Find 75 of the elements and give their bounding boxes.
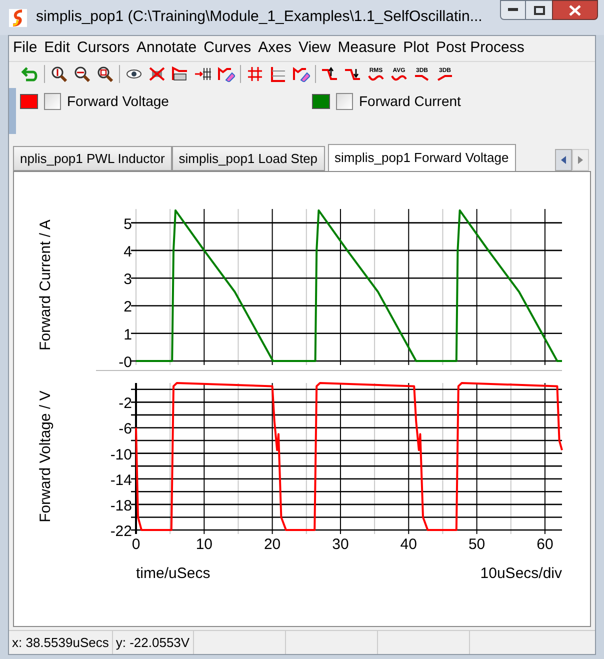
- maximize-button[interactable]: [526, 0, 552, 20]
- axis-title: time/uSecs: [136, 564, 210, 584]
- tick-label: 2: [124, 298, 132, 316]
- scroll-right-button[interactable]: [572, 149, 589, 171]
- menu-item[interactable]: Axes: [258, 37, 292, 60]
- left-arrow-icon: [561, 156, 566, 164]
- tick-label: 60: [536, 536, 554, 553]
- maximize-icon: [534, 6, 544, 14]
- eraser-curve-icon: [292, 66, 310, 82]
- tick-label: 40: [400, 536, 417, 553]
- menu-item[interactable]: Annotate: [136, 37, 197, 60]
- right-arrow-icon: [578, 156, 583, 164]
- wave-icon: [368, 74, 384, 80]
- close-button[interactable]: [552, 0, 598, 20]
- zoom-icon: [74, 66, 90, 82]
- legend-label: Forward Current: [359, 92, 461, 111]
- menu-item[interactable]: File: [13, 37, 38, 60]
- back-arrow-icon: [21, 66, 39, 82]
- menu-item[interactable]: Post Process: [436, 37, 524, 60]
- tick-label: 0: [132, 536, 140, 553]
- close-icon: [569, 4, 581, 16]
- scale-label: 10uSecs/div: [480, 564, 562, 584]
- minimize-icon: [508, 8, 518, 12]
- menu-item[interactable]: Measure: [338, 37, 396, 60]
- curve-label-icon: [171, 66, 189, 82]
- tick-label: 20: [264, 536, 281, 553]
- axis-title: Forward Voltage / V: [37, 390, 54, 522]
- grid-icon: [247, 66, 263, 82]
- color-swatch[interactable]: [312, 94, 330, 109]
- legend-label: Forward Voltage: [67, 92, 169, 111]
- tick-label: -14: [110, 472, 132, 489]
- menu-item[interactable]: Plot: [403, 37, 429, 60]
- app-logo-icon: [9, 8, 27, 26]
- wave-icon: [437, 74, 453, 80]
- tick-label: 50: [468, 536, 486, 553]
- tab[interactable]: simplis_pop1 Forward Voltage: [328, 144, 516, 171]
- tick-label: -22: [110, 523, 132, 540]
- tick-label: -6: [118, 420, 132, 438]
- crossed-curve-icon: [148, 66, 166, 82]
- axis-title: Forward Current / A: [37, 220, 54, 350]
- checkbox[interactable]: [44, 93, 61, 110]
- tick-label: 30: [332, 536, 349, 553]
- color-swatch[interactable]: [20, 94, 38, 109]
- tick-label: 1: [124, 326, 132, 344]
- tick-label: -18: [110, 497, 132, 514]
- wave-icon: [414, 74, 430, 80]
- minimize-button[interactable]: [500, 0, 526, 20]
- tick-label: -0: [118, 354, 132, 370]
- menu-item[interactable]: Cursors: [77, 37, 130, 60]
- tick-label: -2: [118, 395, 132, 412]
- tick-label: 10: [196, 536, 212, 553]
- zoom-icon: [51, 66, 67, 82]
- eye-icon: [126, 69, 142, 79]
- status-text: y: -22.0553V: [112, 631, 194, 654]
- tick-label: 3: [124, 271, 132, 288]
- window-title: simplis_pop1 (C:\Training\Module_1_Examples\1.1_SelfOscillatin...: [36, 7, 482, 28]
- tick-label: -10: [110, 446, 132, 464]
- zoom-icon: [97, 66, 113, 82]
- legend-bar: [9, 88, 16, 134]
- checkbox[interactable]: [336, 93, 353, 110]
- eraser-curve-icon: [217, 66, 235, 82]
- arrow-grid-icon: [194, 66, 212, 82]
- menu-item[interactable]: Edit: [44, 37, 70, 60]
- wave-icon: [391, 74, 407, 80]
- falling-edge-icon: [344, 66, 362, 82]
- status-text: x: 38.5539uSecs: [9, 631, 113, 654]
- tick-label: 5: [124, 216, 132, 233]
- tab[interactable]: simplis_pop1 Load Step: [172, 146, 325, 171]
- axis-lines-icon: [270, 66, 286, 82]
- scroll-left-button[interactable]: [555, 149, 572, 171]
- menu-item[interactable]: Curves: [204, 37, 252, 60]
- menu-item[interactable]: View: [298, 37, 331, 60]
- tick-label: 4: [124, 243, 132, 260]
- rising-edge-icon: [321, 66, 339, 82]
- tab[interactable]: nplis_pop1 PWL Inductor: [13, 146, 172, 171]
